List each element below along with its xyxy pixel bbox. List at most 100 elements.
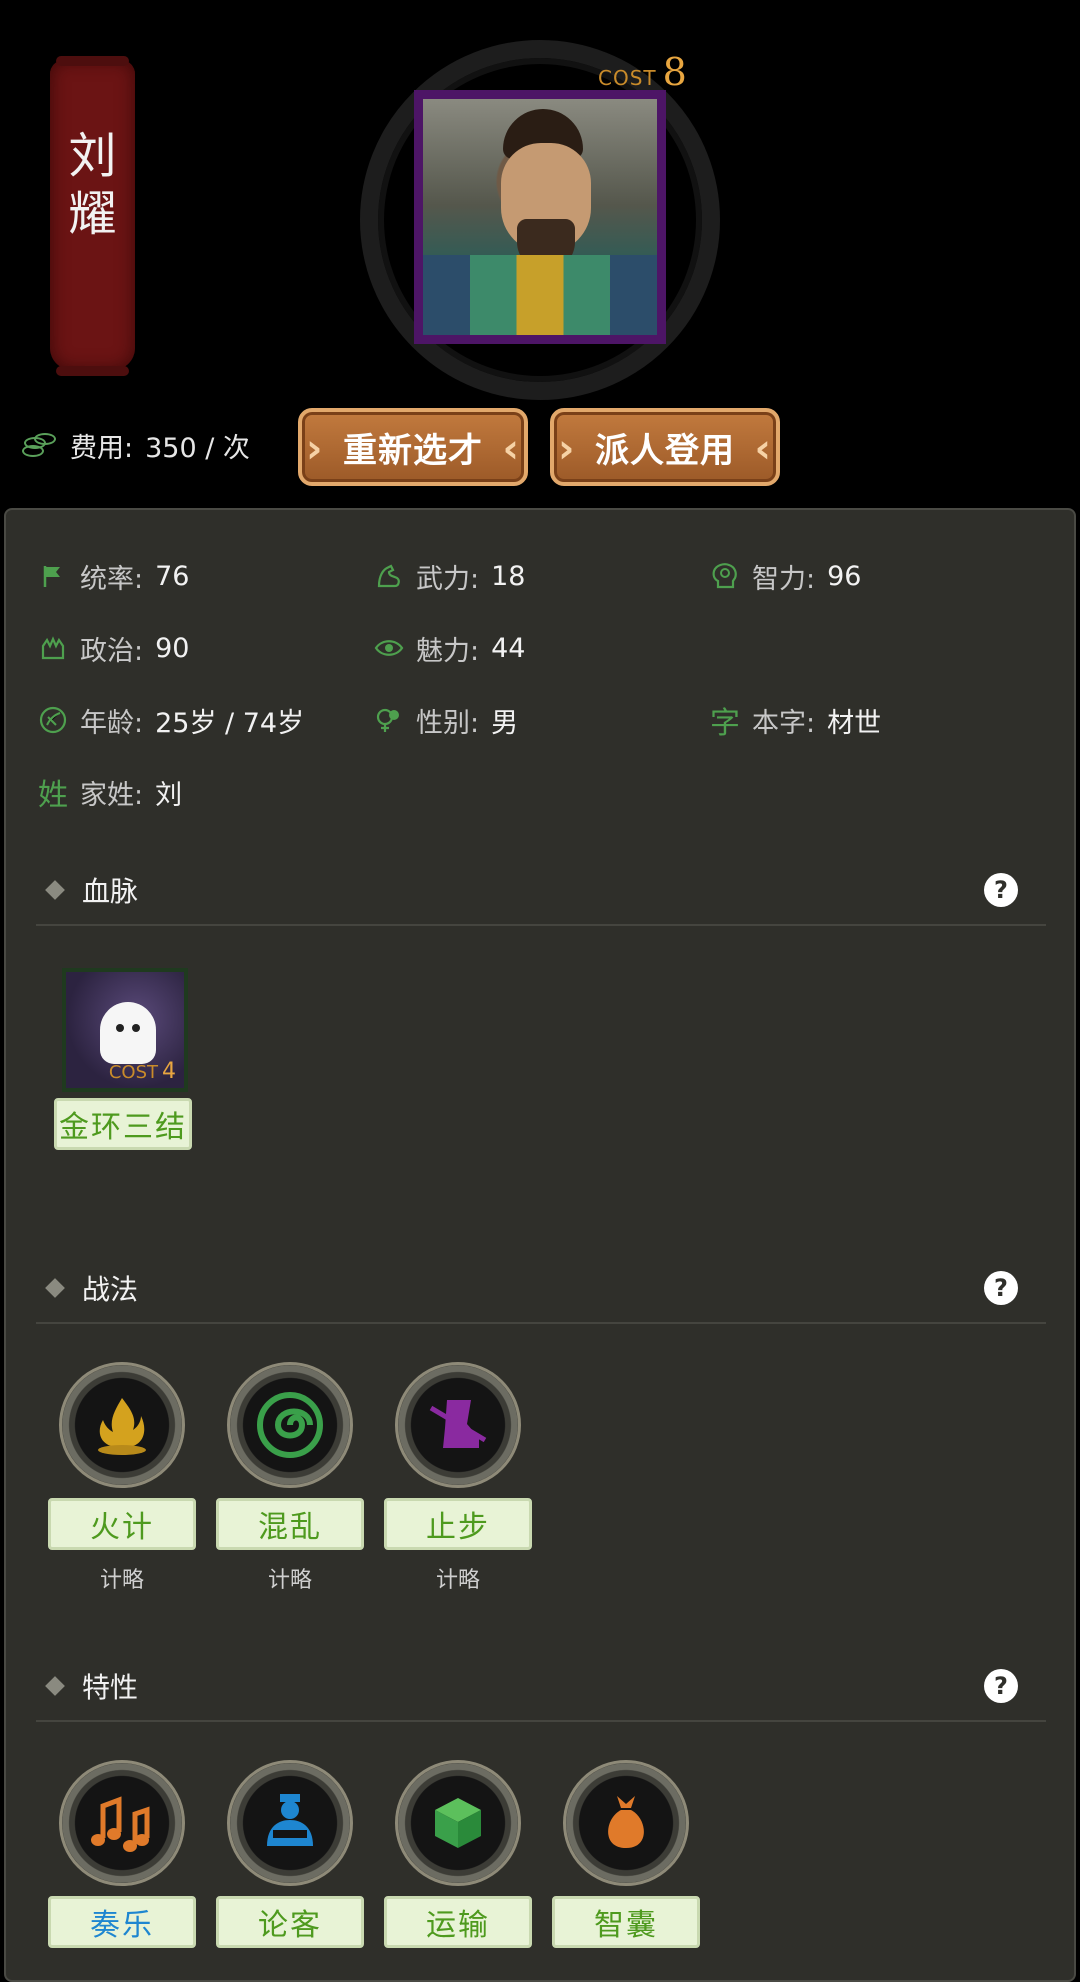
- stat-value: 25岁 / 74岁: [155, 707, 305, 739]
- eye-icon: [372, 631, 406, 665]
- tactic-type: 计略: [99, 1568, 144, 1593]
- detail-panel: 统率: 76 武力: 18 智力: 96 政治: 90 魅力: 44 年龄: 2…: [4, 508, 1076, 1982]
- cost-value: 8: [662, 50, 687, 94]
- name-char-2: 耀: [68, 186, 117, 242]
- stat-value: 76: [155, 560, 190, 592]
- stat-value: 材世: [827, 707, 882, 739]
- cost-label: COST: [108, 1062, 158, 1083]
- age-icon: [36, 703, 70, 737]
- help-icon[interactable]: ?: [984, 873, 1018, 907]
- portrait-cost: COST 8: [598, 50, 687, 94]
- trait-item[interactable]: 运输: [384, 1760, 532, 1948]
- section-title: 特性: [82, 1671, 139, 1704]
- tactic-item[interactable]: 混乱 计略: [216, 1362, 364, 1594]
- cost-label: COST: [598, 66, 657, 90]
- trait-item[interactable]: 论客: [216, 1760, 364, 1948]
- diamond-icon: [45, 880, 65, 900]
- pouch-icon[interactable]: [563, 1760, 689, 1886]
- stat-surname: 姓 家姓: 刘: [36, 773, 372, 813]
- stat-value: 96: [827, 560, 862, 592]
- stat-label: 智力:: [752, 563, 816, 595]
- diamond-icon: [45, 1676, 65, 1696]
- traits-section: 特性 ? 奏乐 论客 运输 智囊: [36, 1652, 1046, 1972]
- tactic-type: 计略: [267, 1568, 312, 1593]
- tactic-item[interactable]: 火计 计略: [48, 1362, 196, 1594]
- surname-char-icon: 姓: [38, 778, 68, 813]
- coins-icon: [22, 431, 58, 461]
- arm-icon: [372, 559, 406, 593]
- flag-icon: [36, 559, 70, 593]
- cost-value: 4: [162, 1059, 176, 1084]
- stats-row: 年龄: 25岁 / 74岁 性别: 男 字 本字: 材世: [36, 684, 1046, 756]
- bloodline-cost: COST 4: [109, 1059, 176, 1084]
- name-banner: 刘 耀: [50, 56, 135, 376]
- bloodline-name[interactable]: 金环三结: [54, 1098, 192, 1150]
- fee-label: 费用:: [70, 433, 134, 464]
- section-header: 特性 ?: [36, 1652, 1046, 1722]
- stat-value: 44: [491, 632, 526, 664]
- politics-icon: [36, 631, 70, 665]
- stat-value: 90: [155, 632, 190, 664]
- stat-age: 年龄: 25岁 / 74岁: [36, 701, 372, 740]
- stat-label: 年龄:: [80, 707, 144, 739]
- tactic-item[interactable]: 止步 计略: [384, 1362, 532, 1594]
- recruit-fee: 费用: 350 / 次: [22, 426, 250, 465]
- section-header: 战法 ?: [36, 1254, 1046, 1324]
- stat-label: 家姓:: [80, 779, 144, 811]
- trait-name[interactable]: 论客: [216, 1896, 364, 1948]
- tactics-list: 火计 计略 混乱 计略 止步 计略: [48, 1362, 552, 1594]
- music-notes-icon[interactable]: [59, 1760, 185, 1886]
- debater-icon[interactable]: [227, 1760, 353, 1886]
- stat-intelligence: 智力: 96: [708, 557, 1044, 596]
- stat-command: 统率: 76: [36, 557, 372, 596]
- fee-value: 350 / 次: [145, 433, 250, 464]
- section-title: 血脉: [82, 875, 139, 908]
- help-icon[interactable]: ?: [984, 1271, 1018, 1305]
- name-char-1: 刘: [68, 128, 117, 184]
- stat-label: 魅力:: [416, 635, 480, 667]
- stat-charisma: 魅力: 44: [372, 629, 708, 668]
- fire-icon[interactable]: [59, 1362, 185, 1488]
- trait-name[interactable]: 运输: [384, 1896, 532, 1948]
- stats-row: 姓 家姓: 刘: [36, 756, 1046, 828]
- bloodline-card[interactable]: COST 4: [62, 968, 188, 1092]
- stat-value: 刘: [155, 779, 183, 811]
- swirl-icon[interactable]: [227, 1362, 353, 1488]
- stat-label: 政治:: [80, 635, 144, 667]
- stat-courtesy-name: 字 本字: 材世: [708, 701, 1044, 741]
- gender-icon: [372, 703, 406, 737]
- traits-list: 奏乐 论客 运输 智囊: [48, 1760, 720, 1948]
- tactics-section: 战法 ? 火计 计略 混乱 计略 止步 计略: [36, 1254, 1046, 1593]
- help-icon[interactable]: ?: [984, 1669, 1018, 1703]
- reselect-button[interactable]: 重新选才: [298, 408, 528, 486]
- section-header: 血脉 ?: [36, 856, 1046, 926]
- stat-label: 性别:: [416, 707, 480, 739]
- brain-icon: [708, 559, 742, 593]
- tactic-name[interactable]: 混乱: [216, 1498, 364, 1550]
- stats-row: 统率: 76 武力: 18 智力: 96: [36, 540, 1046, 612]
- ghost-icon: [100, 1002, 156, 1064]
- diamond-icon: [45, 1278, 65, 1298]
- dispatch-recruit-button[interactable]: 派人登用: [550, 408, 780, 486]
- bloodline-section: 血脉 ? COST 4 金环三结: [36, 856, 1046, 1156]
- stat-label: 本字:: [752, 707, 816, 739]
- tactic-type: 计略: [435, 1568, 480, 1593]
- stat-label: 武力:: [416, 563, 480, 595]
- stat-value: 男: [491, 707, 519, 739]
- stat-politics: 政治: 90: [36, 629, 372, 668]
- tactic-name[interactable]: 火计: [48, 1498, 196, 1550]
- trait-name[interactable]: 奏乐: [48, 1896, 196, 1948]
- trait-item[interactable]: 智囊: [552, 1760, 700, 1948]
- trait-item[interactable]: 奏乐: [48, 1760, 196, 1948]
- trait-name[interactable]: 智囊: [552, 1896, 700, 1948]
- stat-force: 武力: 18: [372, 557, 708, 596]
- section-title: 战法: [82, 1273, 139, 1306]
- officer-portrait[interactable]: [414, 90, 666, 344]
- stat-label: 统率:: [80, 563, 144, 595]
- stats-row: 政治: 90 魅力: 44: [36, 612, 1046, 684]
- bloodline-item[interactable]: COST 4 金环三结: [54, 968, 192, 1150]
- box-icon[interactable]: [395, 1760, 521, 1886]
- boot-icon[interactable]: [395, 1362, 521, 1488]
- tactic-name[interactable]: 止步: [384, 1498, 532, 1550]
- officer-detail-screen: 刘 耀 COST 8 费用: 350 / 次 重新选才 派人登用 统率: 76: [0, 0, 1080, 1982]
